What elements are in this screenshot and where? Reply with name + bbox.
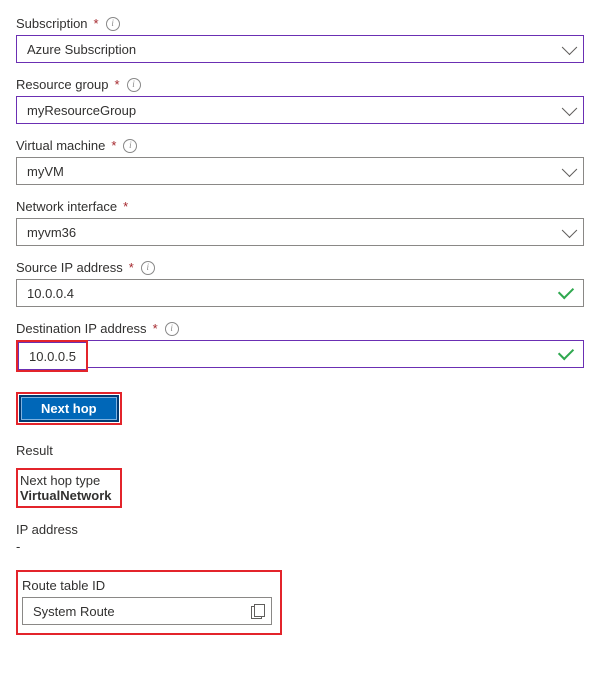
- required-marker: *: [111, 138, 116, 153]
- chevron-down-icon: [562, 101, 578, 117]
- virtual-machine-select[interactable]: myVM: [16, 157, 584, 185]
- route-table-value: System Route: [33, 604, 115, 619]
- result-heading: Result: [16, 443, 584, 458]
- subscription-select[interactable]: Azure Subscription: [16, 35, 584, 63]
- resource-group-select[interactable]: myResourceGroup: [16, 96, 584, 124]
- network-interface-select[interactable]: myvm36: [16, 218, 584, 246]
- source-ip-label: Source IP address: [16, 260, 123, 275]
- network-interface-value: myvm36: [27, 225, 555, 240]
- field-resource-group: Resource group * myResourceGroup: [16, 77, 584, 124]
- next-hop-type-label: Next hop type: [20, 473, 112, 488]
- destination-ip-label: Destination IP address: [16, 321, 147, 336]
- next-hop-button[interactable]: Next hop: [19, 395, 119, 422]
- ip-address-value: -: [16, 539, 584, 554]
- info-icon[interactable]: [123, 139, 137, 153]
- chevron-down-icon: [562, 223, 578, 239]
- info-icon[interactable]: [106, 17, 120, 31]
- resource-group-label: Resource group: [16, 77, 109, 92]
- source-ip-input[interactable]: 10.0.0.4: [16, 279, 584, 307]
- required-marker: *: [94, 16, 99, 31]
- source-ip-value: 10.0.0.4: [27, 286, 555, 301]
- required-marker: *: [129, 260, 134, 275]
- next-hop-type-value: VirtualNetwork: [20, 488, 112, 503]
- info-icon[interactable]: [127, 78, 141, 92]
- next-hop-form: Subscription * Azure Subscription Resour…: [0, 0, 600, 659]
- destination-ip-value: 10.0.0.5: [29, 349, 76, 364]
- required-marker: *: [123, 199, 128, 214]
- field-source-ip: Source IP address * 10.0.0.4: [16, 260, 584, 307]
- chevron-down-icon: [562, 40, 578, 56]
- virtual-machine-value: myVM: [27, 164, 555, 179]
- subscription-value: Azure Subscription: [27, 42, 555, 57]
- field-destination-ip: Destination IP address * 10.0.0.5: [16, 321, 584, 372]
- required-marker: *: [153, 321, 158, 336]
- info-icon[interactable]: [141, 261, 155, 275]
- checkmark-icon: [558, 283, 574, 299]
- route-table-block: Route table ID System Route: [16, 570, 282, 635]
- ip-address-block: IP address -: [16, 522, 584, 554]
- ip-address-label: IP address: [16, 522, 584, 537]
- resource-group-value: myResourceGroup: [27, 103, 555, 118]
- checkmark-icon: [558, 344, 574, 360]
- destination-ip-highlight: 10.0.0.5: [16, 340, 88, 372]
- chevron-down-icon: [562, 162, 578, 178]
- virtual-machine-label: Virtual machine: [16, 138, 105, 153]
- field-subscription: Subscription * Azure Subscription: [16, 16, 584, 63]
- info-icon[interactable]: [165, 322, 179, 336]
- required-marker: *: [115, 77, 120, 92]
- field-virtual-machine: Virtual machine * myVM: [16, 138, 584, 185]
- next-hop-button-highlight: Next hop: [16, 392, 122, 425]
- subscription-label: Subscription: [16, 16, 88, 31]
- copy-icon[interactable]: [251, 604, 263, 618]
- network-interface-label: Network interface: [16, 199, 117, 214]
- route-table-label: Route table ID: [22, 578, 272, 593]
- destination-ip-input-tail[interactable]: [86, 340, 584, 368]
- destination-ip-input[interactable]: 10.0.0.5: [18, 342, 86, 370]
- field-network-interface: Network interface * myvm36: [16, 199, 584, 246]
- next-hop-type-block: Next hop type VirtualNetwork: [16, 468, 122, 508]
- route-table-box: System Route: [22, 597, 272, 625]
